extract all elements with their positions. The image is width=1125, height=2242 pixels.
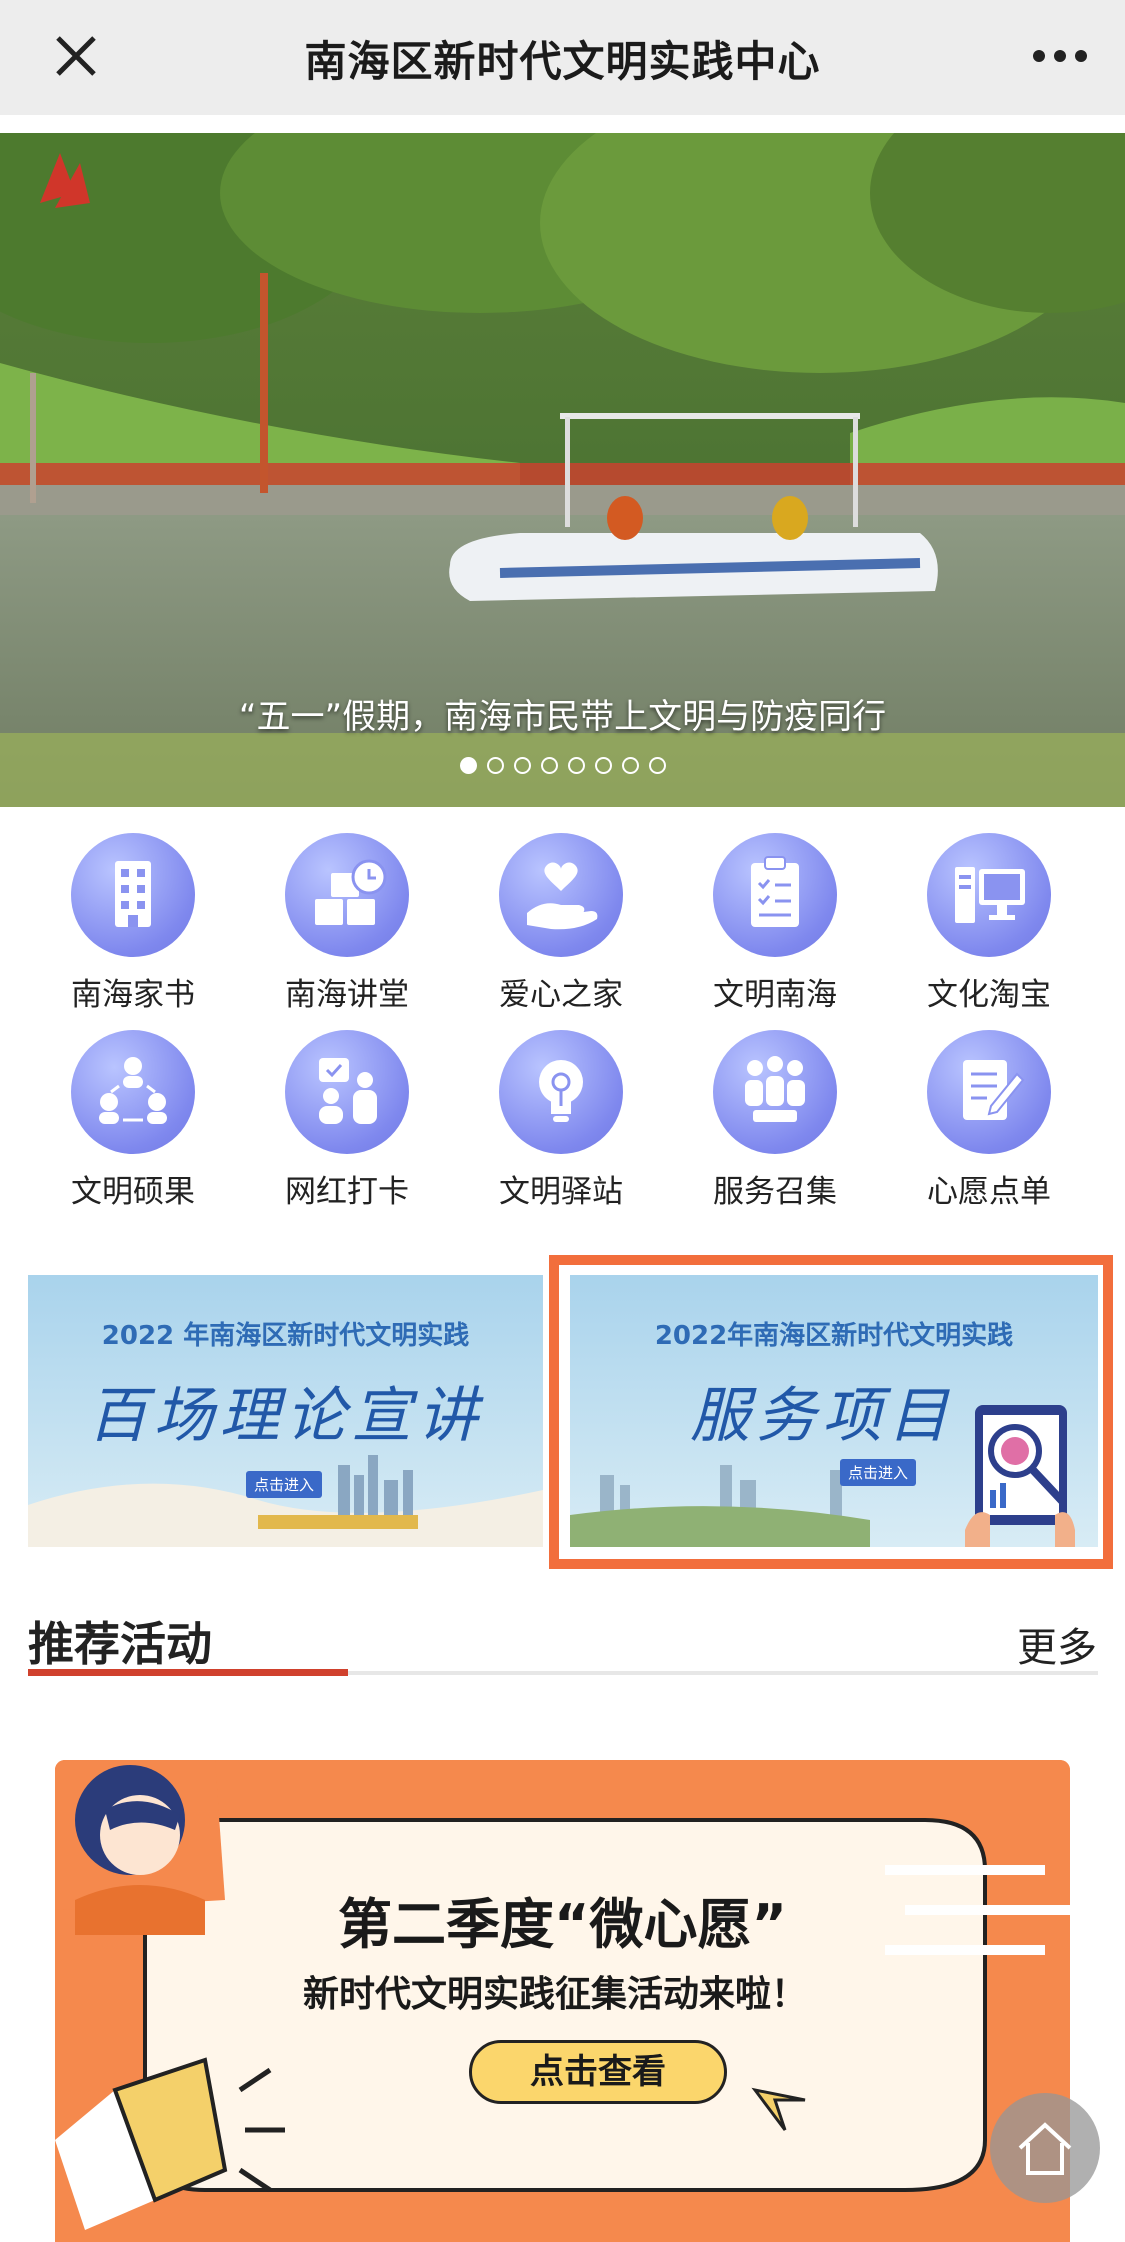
- group-meeting-icon: [713, 1030, 837, 1154]
- carousel-indicator: [0, 757, 1125, 778]
- activity-card[interactable]: 第二季度“微心愿” 新时代文明实践征集活动来啦！ 点击查看: [55, 1760, 1070, 2242]
- view-button[interactable]: 点击查看: [469, 2040, 727, 2104]
- promo-lecture-enter: 点击进入: [246, 1471, 323, 1498]
- grid-item-xinyuan-diandan[interactable]: 心愿点单: [889, 1030, 1089, 1211]
- section-title: 推荐活动: [28, 1617, 212, 1671]
- more-dots-icon: [1033, 50, 1087, 62]
- lightbulb-icon: [499, 1030, 623, 1154]
- more-link[interactable]: 更多: [1017, 1615, 1097, 1673]
- carousel-dot[interactable]: [540, 757, 558, 774]
- grid-item-label: 网红打卡: [285, 1174, 409, 1210]
- grid-item-wenhua-taobao[interactable]: 文化淘宝: [889, 833, 1089, 1014]
- carousel-dot[interactable]: [594, 757, 612, 774]
- grid-item-label: 服务召集: [713, 1174, 837, 1210]
- grid-item-wanghong-daka[interactable]: 网红打卡: [247, 1030, 447, 1211]
- grid-item-label: 文明驿站: [499, 1174, 623, 1210]
- grid-item-wenming-nanhai[interactable]: 文明南海: [675, 833, 875, 1014]
- carousel-dot[interactable]: [648, 757, 666, 774]
- grid-item-nanhai-jiashu[interactable]: 南海家书: [33, 833, 233, 1014]
- carousel-dot[interactable]: [486, 757, 504, 774]
- grid-item-label: 心愿点单: [927, 1174, 1051, 1210]
- grid-item-fuwu-zhaoji[interactable]: 服务召集: [675, 1030, 875, 1211]
- activity-title: 第二季度“微心愿”: [338, 1893, 787, 1956]
- banner-carousel[interactable]: “五一”假期，南海市民带上文明与防疫同行: [0, 133, 1125, 807]
- promo-service-line1: 2022年南海区新时代文明实践: [654, 1321, 1014, 1351]
- carousel-dot[interactable]: [459, 757, 477, 774]
- more-button[interactable]: [1025, 28, 1095, 84]
- schedule-blocks-icon: [285, 833, 409, 957]
- grid-item-label: 文化淘宝: [927, 977, 1051, 1013]
- checkin-people-icon: [285, 1030, 409, 1154]
- section-title-underline: [28, 1669, 348, 1676]
- note-pen-icon: [927, 1030, 1051, 1154]
- promo-service-enter: 点击进入: [840, 1459, 917, 1486]
- home-icon: [1018, 2122, 1072, 2175]
- grid-item-label: 爱心之家: [499, 977, 623, 1013]
- promo-lecture-line2: 百场理论宣讲: [87, 1381, 484, 1451]
- grid-item-wenming-shuoguo[interactable]: 文明硕果: [33, 1030, 233, 1211]
- grid-item-aixin-zhijia[interactable]: 爱心之家: [461, 833, 661, 1014]
- promo-service-line2: 服务项目: [690, 1381, 954, 1451]
- heart-hand-icon: [499, 833, 623, 957]
- carousel-dot[interactable]: [513, 757, 531, 774]
- building-icon: [71, 833, 195, 957]
- page-title: 南海区新时代文明实践中心: [304, 37, 821, 86]
- promo-banner-service-projects[interactable]: 2022年南海区新时代文明实践 服务项目 点击进入: [570, 1275, 1098, 1547]
- top-bar: 南海区新时代文明实践中心: [0, 0, 1125, 115]
- promo-banner-lecture[interactable]: 2022 年南海区新时代文明实践 百场理论宣讲 点击进入: [28, 1275, 543, 1547]
- grid-item-nanhai-jiangtang[interactable]: 南海讲堂: [247, 833, 447, 1014]
- activity-subtitle: 新时代文明实践征集活动来啦！: [302, 1974, 807, 2015]
- clipboard-check-icon: [713, 833, 837, 957]
- grid-item-label: 文明南海: [713, 977, 837, 1013]
- carousel-dot[interactable]: [567, 757, 585, 774]
- computer-icon: [927, 833, 1051, 957]
- carousel-dot[interactable]: [621, 757, 639, 774]
- grid-item-label: 文明硕果: [71, 1174, 195, 1210]
- home-button[interactable]: [990, 2093, 1100, 2203]
- banner-caption: “五一”假期，南海市民带上文明与防疫同行: [238, 697, 887, 737]
- team-circle-icon: [71, 1030, 195, 1154]
- promo-lecture-line1: 2022 年南海区新时代文明实践: [101, 1321, 470, 1351]
- grid-item-label: 南海家书: [71, 977, 195, 1013]
- grid-item-wenming-yizhan[interactable]: 文明驿站: [461, 1030, 661, 1211]
- grid-item-label: 南海讲堂: [285, 977, 409, 1013]
